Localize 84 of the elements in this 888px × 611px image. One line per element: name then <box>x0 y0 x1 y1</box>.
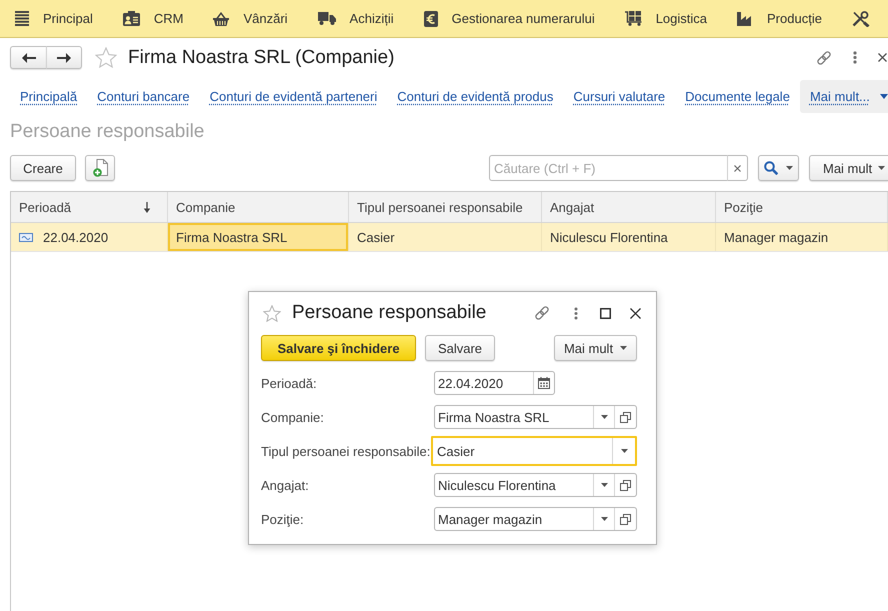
nav-link[interactable]: Documente legale <box>675 89 800 104</box>
star-icon[interactable] <box>263 304 281 322</box>
search-icon <box>764 161 778 175</box>
more-icon[interactable] <box>574 306 578 320</box>
overlapping-squares-icon <box>620 412 631 422</box>
dropdown-field[interactable]: Manager magazin <box>434 507 637 531</box>
nav-link[interactable]: Principală <box>10 89 88 104</box>
nav-link[interactable]: Conturi de evidentă produs <box>387 89 564 104</box>
forward-button[interactable] <box>46 46 82 69</box>
wave-icon <box>19 232 33 242</box>
tools-icon <box>852 10 870 26</box>
link-icon[interactable] <box>534 305 550 321</box>
menu-item[interactable]: Gestionarea numerarului <box>408 0 610 37</box>
dropdown-field[interactable]: Casier <box>431 436 637 466</box>
date-field[interactable]: 22.04.2020 <box>434 371 555 395</box>
table-cell: Casier <box>349 223 542 251</box>
cart-icon <box>624 11 642 26</box>
column-header[interactable]: Tipul persoanei responsabile <box>349 192 542 222</box>
caret-icon <box>600 517 608 521</box>
close-icon[interactable] <box>630 308 641 318</box>
menu-item[interactable]: Logistica <box>610 0 722 37</box>
more-button[interactable]: Mai mult <box>809 155 888 181</box>
factory-icon <box>737 11 754 26</box>
menu-item[interactable]: CRM <box>108 0 198 37</box>
save-button[interactable]: Salvare <box>425 335 495 361</box>
close-icon <box>734 164 741 172</box>
table-cell: Niculescu Florentina <box>542 223 716 251</box>
overlapping-squares-icon <box>620 480 631 490</box>
section-title: Persoane responsabile <box>9 121 206 143</box>
menu-item[interactable]: Producție <box>722 0 837 37</box>
add-document-button[interactable] <box>85 155 115 181</box>
caret-icon <box>600 415 608 419</box>
field-label: Companie: <box>261 410 325 424</box>
caret-icon <box>880 94 888 99</box>
back-button[interactable] <box>10 46 46 69</box>
dialog-title: Persoane responsabile <box>292 302 486 324</box>
field-label: Tipul persoanei responsabile: <box>261 444 432 458</box>
menu-item[interactable]: Principal <box>0 0 108 37</box>
create-button[interactable]: Creare <box>10 155 76 181</box>
caret-icon <box>620 449 628 453</box>
table-row[interactable]: 22.04.2020 Firma Noastra SRL Casier Niculescu Florentina Manager magazin <box>11 223 888 252</box>
nav-link[interactable]: Cursuri valutare <box>563 89 676 104</box>
field-label: Perioadă: <box>261 376 318 390</box>
arrow-right-icon <box>57 52 71 62</box>
window-title: Firma Noastra SRL (Companie) <box>128 46 394 69</box>
column-header[interactable]: Companie <box>168 192 349 222</box>
menu-icon <box>15 11 29 26</box>
column-header[interactable]: Angajat <box>542 192 716 222</box>
menu-item[interactable]: Achiziții <box>302 0 409 37</box>
overlapping-squares-icon <box>620 514 631 524</box>
nav-link[interactable]: Conturi de evidentă parteneri <box>200 89 388 104</box>
euro-icon <box>424 10 438 26</box>
maximize-icon[interactable] <box>600 308 611 318</box>
field-label: Angajat: <box>261 478 310 492</box>
dropdown-field[interactable]: Niculescu Florentina <box>434 473 637 497</box>
search-field[interactable]: Căutare (Ctrl + F) <box>489 155 727 181</box>
menu-item[interactable]: Vânzări <box>198 0 303 37</box>
nav-link[interactable]: Conturi bancare <box>87 89 200 104</box>
table-cell: 22.04.2020 <box>43 230 108 244</box>
column-header[interactable]: Poziţie <box>716 192 888 222</box>
more-icon[interactable] <box>853 51 857 64</box>
link-icon[interactable] <box>816 50 832 66</box>
arrow-left-icon <box>22 52 36 62</box>
document-plus-icon <box>92 159 108 177</box>
more-button[interactable]: Mai mult <box>554 335 637 361</box>
clear-button[interactable] <box>727 155 748 181</box>
calendar-icon <box>538 377 550 389</box>
caret-icon <box>600 483 608 487</box>
search-button[interactable] <box>758 155 799 181</box>
table-cell: Manager magazin <box>716 223 888 251</box>
column-header[interactable]: Perioadă <box>11 192 168 222</box>
dropdown-field[interactable]: Firma Noastra SRL <box>434 405 637 429</box>
caret-icon <box>878 166 886 170</box>
caret-icon <box>786 166 793 170</box>
basket-icon <box>213 12 230 26</box>
more-button[interactable]: Mai mult... <box>800 80 888 113</box>
id-card-icon <box>122 11 140 26</box>
save-close-button[interactable]: Salvare şi închidere <box>261 335 416 361</box>
field-label: Poziţie: <box>261 512 305 526</box>
truck-icon <box>318 12 336 25</box>
star-icon[interactable] <box>95 47 117 68</box>
table-cell: Firma Noastra SRL <box>168 223 349 251</box>
caret-icon <box>620 346 628 350</box>
close-icon[interactable] <box>878 53 887 62</box>
